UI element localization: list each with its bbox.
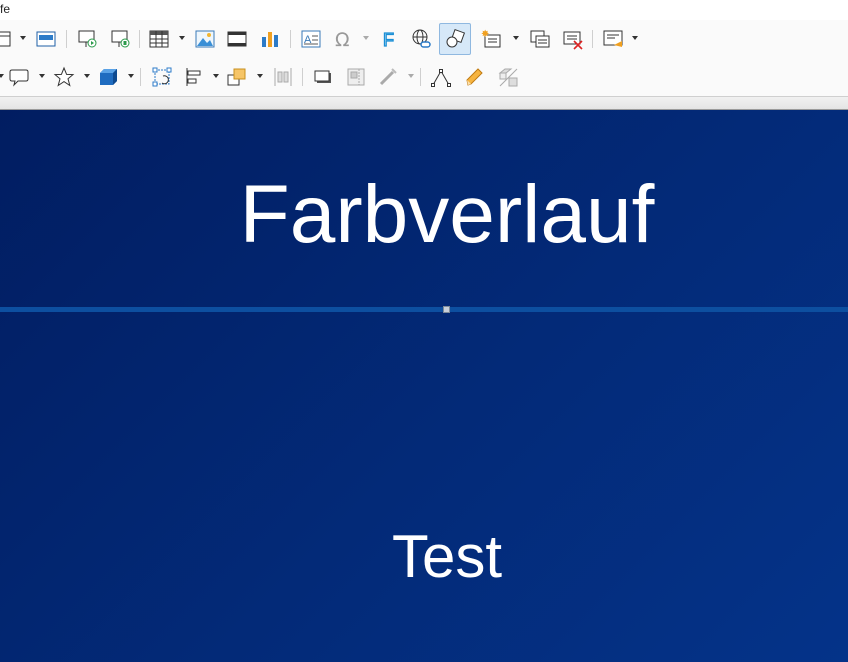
callout-icon[interactable] <box>6 64 32 90</box>
star-icon[interactable] <box>51 64 77 90</box>
lines-dropdown[interactable] <box>0 74 4 78</box>
shadow-icon[interactable] <box>310 64 336 90</box>
crop-icon[interactable] <box>343 64 369 90</box>
shapes-icon[interactable] <box>439 23 471 55</box>
duplicate-slide-icon[interactable] <box>527 26 553 52</box>
slide-layout-icon[interactable] <box>600 26 626 52</box>
textbox-icon[interactable]: A <box>298 26 324 52</box>
arrange-icon[interactable] <box>224 64 250 90</box>
rotate-icon[interactable] <box>149 64 175 90</box>
arrange-dropdown[interactable] <box>257 74 263 78</box>
glue-icon[interactable] <box>461 64 487 90</box>
align-icon[interactable] <box>181 64 207 90</box>
filter-dropdown[interactable] <box>408 74 414 78</box>
chart-icon[interactable] <box>257 26 283 52</box>
master-slide-icon[interactable] <box>33 26 59 52</box>
slide-title[interactable]: Farbverlauf <box>0 170 848 260</box>
delete-slide-icon[interactable] <box>560 26 586 52</box>
callout-dropdown[interactable] <box>39 74 45 78</box>
page-layout-dropdown[interactable] <box>20 36 26 40</box>
hyperlink-icon[interactable] <box>408 26 434 52</box>
special-character-dropdown[interactable] <box>363 36 369 40</box>
slide-canvas[interactable]: Farbverlauf Test <box>0 110 848 662</box>
table-dropdown[interactable] <box>179 36 185 40</box>
toolbar-separator <box>0 96 848 110</box>
selection-handle[interactable] <box>443 306 450 313</box>
align-dropdown[interactable] <box>213 74 219 78</box>
star-dropdown[interactable] <box>84 74 90 78</box>
points-icon[interactable] <box>428 64 454 90</box>
page-layout-icon[interactable] <box>0 26 16 52</box>
start-presentation-icon[interactable] <box>74 26 100 52</box>
start-from-current-icon[interactable] <box>107 26 133 52</box>
distribute-icon[interactable] <box>270 64 296 90</box>
filter-icon[interactable] <box>375 64 401 90</box>
svg-text:Ω: Ω <box>335 29 350 50</box>
new-slide-icon[interactable]: ✸ <box>478 26 504 52</box>
media-icon[interactable] <box>224 26 250 52</box>
new-slide-dropdown[interactable] <box>513 36 519 40</box>
toggle-extrusion-icon[interactable] <box>495 64 521 90</box>
slide-body-text[interactable]: Test <box>0 522 848 592</box>
slide-divider-line[interactable] <box>0 307 848 312</box>
table-icon[interactable] <box>146 26 172 52</box>
3d-object-dropdown[interactable] <box>128 74 134 78</box>
window-title-bar: fe <box>0 0 848 20</box>
special-character-icon[interactable]: Ω <box>330 26 356 52</box>
standard-toolbar: A Ω F ✸ <box>0 20 848 58</box>
svg-text:✸: ✸ <box>481 29 489 40</box>
3d-object-icon[interactable] <box>95 64 121 90</box>
window-title: fe <box>0 2 11 16</box>
fontwork-icon[interactable]: F <box>376 26 402 52</box>
drawing-toolbar <box>0 58 848 96</box>
svg-text:F: F <box>383 30 394 50</box>
slide-layout-dropdown[interactable] <box>632 36 638 40</box>
image-icon[interactable] <box>192 26 218 52</box>
